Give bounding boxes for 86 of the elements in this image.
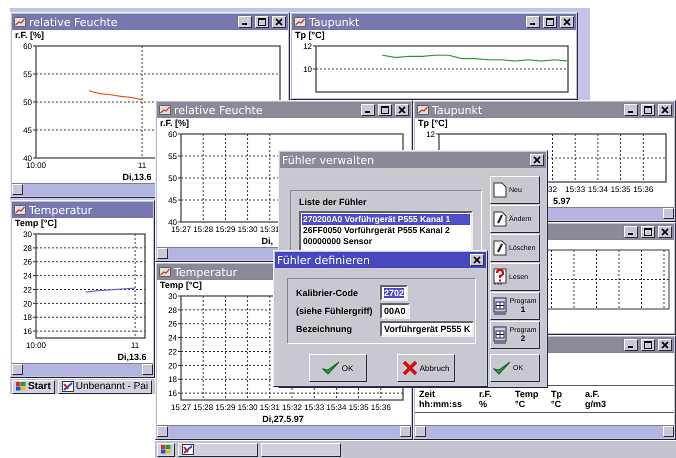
x-tick-label: 15:33: [304, 402, 324, 412]
y-tick-label: 20: [168, 361, 177, 370]
column-unit: g/m3: [585, 399, 608, 409]
field-label: Bezeichnung: [296, 324, 354, 334]
window-title: Temperatur: [29, 204, 94, 216]
y-tick-label: 40: [23, 154, 32, 163]
axis-label: Temp [°C]: [159, 280, 202, 291]
column-header: Tp: [551, 389, 563, 399]
date-label: 5.97: [553, 196, 571, 206]
x-tick-label: 15:28: [193, 224, 214, 234]
axis-label: Tp [°C]: [294, 30, 325, 41]
axis-label: Tp [°C]: [417, 118, 448, 129]
field-label: Kalibrier-Code: [296, 288, 360, 298]
x-tick-label: 15:36: [633, 184, 654, 194]
x-tick-label: 11: [138, 160, 146, 170]
y-tick-label: 28: [23, 244, 32, 253]
x-tick-label: 15:31: [260, 402, 280, 412]
y-tick-label: 55: [168, 152, 177, 161]
x-tick-label: 15:27: [170, 224, 192, 234]
column-unit: °C: [515, 399, 526, 409]
dialog-title: Fühler definieren: [277, 254, 372, 266]
y-tick-label: 22: [23, 285, 32, 294]
column-header: a.F.: [585, 389, 601, 399]
axis-label: Temp [°C]: [14, 218, 57, 229]
y-tick-label: 30: [23, 230, 32, 239]
y-tick-label: 26: [23, 258, 32, 267]
x-tick-label: 15:33: [565, 184, 586, 194]
y-tick-label: 30: [168, 292, 177, 301]
y-tick-label: 60: [168, 130, 177, 139]
y-tick-label: 40: [168, 218, 177, 227]
date-label: Di,13.6: [122, 172, 152, 182]
x-tick-label: 15:36: [370, 402, 391, 412]
x-tick-label: 15:30: [238, 402, 258, 412]
x-tick-label: 15:27: [170, 402, 192, 412]
x-tick-label: 15:29: [215, 402, 236, 412]
y-tick-label: 12: [303, 42, 312, 51]
dialog-title: Fühler verwalten: [282, 154, 376, 166]
y-tick-label: 24: [23, 272, 32, 281]
x-tick-label: 15:35: [610, 184, 631, 194]
column-unit: %: [479, 399, 488, 409]
y-tick-label: 50: [23, 98, 32, 107]
x-tick-label: 15:35: [348, 402, 369, 412]
window-title: relative Feuchte: [29, 16, 119, 28]
y-tick-label: 12: [426, 130, 435, 139]
y-tick-label: 45: [168, 196, 177, 205]
list-label: Liste der Fühler: [299, 197, 368, 207]
field-label: (siehe Fühlergriff): [296, 306, 374, 316]
x-tick-label: 11: [130, 340, 140, 350]
y-tick-label: 10: [303, 65, 312, 74]
x-tick-label: 15:34: [326, 402, 346, 412]
y-tick-label: 45: [23, 126, 32, 135]
y-tick-label: 22: [168, 347, 177, 356]
column-unit: hh:mm:ss: [419, 399, 464, 409]
column-header: r.F.: [479, 389, 493, 399]
y-tick-label: 28: [168, 306, 177, 315]
date-label: Di,27.5.97: [262, 414, 304, 424]
y-tick-label: 26: [168, 320, 177, 329]
y-tick-label: 20: [23, 299, 32, 308]
x-tick-label: 15:28: [193, 402, 214, 412]
x-tick-label: 15:31: [260, 224, 280, 234]
axis-label: r.F. [%]: [159, 118, 190, 129]
date-label: Di,13.6: [117, 352, 147, 362]
y-tick-label: 55: [23, 70, 32, 79]
x-tick-label: 15:34: [588, 184, 608, 194]
column-header: Zeit: [419, 389, 436, 399]
y-tick-label: 16: [23, 327, 32, 336]
window-title: Taupunkt: [432, 104, 484, 116]
column-unit: °C: [551, 399, 562, 409]
x-tick-label: 10:00: [26, 160, 46, 170]
x-tick-label: 10:00: [26, 340, 46, 350]
y-tick-label: 18: [168, 375, 177, 384]
date-label: Di,: [261, 236, 273, 246]
y-tick-label: 50: [168, 174, 177, 183]
x-tick-label: 15:29: [215, 224, 236, 234]
column-header: Temp: [515, 389, 540, 399]
y-tick-label: 16: [168, 389, 177, 398]
axis-label: r.F. [%]: [14, 30, 44, 41]
x-tick-label: 32: [548, 184, 557, 194]
y-tick-label: 24: [168, 334, 177, 343]
x-tick-label: 15:30: [238, 224, 258, 234]
window-title: Temperatur: [174, 266, 238, 278]
window-title: relative Feuchte: [174, 104, 264, 116]
y-tick-label: 60: [23, 42, 32, 51]
window-title: Taupunkt: [309, 16, 360, 28]
x-tick-label: 15:32: [282, 402, 302, 412]
y-tick-label: 18: [23, 313, 32, 322]
